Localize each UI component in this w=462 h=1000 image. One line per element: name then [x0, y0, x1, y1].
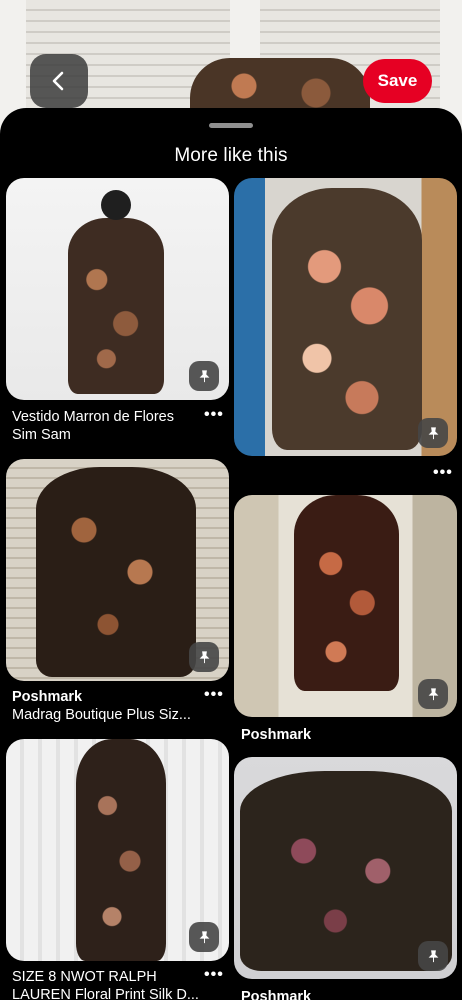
dress-image: [68, 218, 164, 394]
pin-title-line: Vestido Marron de Flores: [12, 409, 174, 425]
pin-source: Poshmark: [12, 689, 83, 705]
dress-image: [76, 739, 166, 961]
dress-image: [36, 467, 196, 677]
pin-card[interactable]: [234, 178, 457, 456]
chevron-left-icon: [52, 71, 64, 91]
pin-save-button[interactable]: [418, 941, 448, 971]
sheet-title: More like this: [174, 145, 288, 166]
pushpin-icon: [428, 426, 438, 439]
pin-title-line: SIZE 8 NWOT RALPH: [12, 969, 157, 985]
back-button[interactable]: [30, 54, 88, 108]
pin-save-button[interactable]: [189, 922, 219, 952]
pin-card[interactable]: [6, 739, 229, 961]
mannequin-neck: [101, 190, 131, 220]
pin-source: Poshmark: [241, 989, 312, 1000]
dress-image: [240, 771, 452, 971]
more-like-this-sheet: More like this Vestido Marron de Flores …: [0, 108, 462, 1000]
more-options-button[interactable]: •••: [204, 686, 224, 704]
pin-title: SIZE 8 NWOT RALPH LAUREN Floral Print Si…: [12, 968, 202, 1000]
pin-save-button[interactable]: [189, 361, 219, 391]
pin-subtitle: Madrag Boutique Plus Siz...: [12, 707, 191, 723]
pushpin-icon: [199, 369, 209, 382]
more-options-button[interactable]: •••: [433, 464, 453, 482]
pin-source: Poshmark: [241, 727, 312, 743]
drag-handle[interactable]: [209, 123, 253, 128]
pin-save-button[interactable]: [189, 642, 219, 672]
pushpin-icon: [428, 687, 438, 700]
pin-card[interactable]: [234, 757, 457, 979]
dress-image: [272, 188, 422, 450]
pin-title: Vestido Marron de Flores Sim Sam: [12, 408, 202, 444]
pushpin-icon: [199, 930, 209, 943]
dress-image: [294, 495, 399, 691]
more-options-button[interactable]: •••: [204, 406, 224, 424]
pin-card[interactable]: [6, 178, 229, 400]
more-options-button[interactable]: •••: [204, 966, 224, 984]
pushpin-icon: [199, 650, 209, 663]
pin-title-line: LAUREN Floral Print Silk D...: [12, 987, 199, 1000]
pin-title-line: Sim Sam: [12, 427, 71, 443]
pin-meta: Poshmark Madrag Boutique Plus Siz...: [12, 688, 202, 724]
pin-save-button[interactable]: [418, 418, 448, 448]
pushpin-icon: [428, 949, 438, 962]
pin-card[interactable]: [6, 459, 229, 681]
pin-save-button[interactable]: [418, 679, 448, 709]
save-button[interactable]: Save: [363, 59, 432, 103]
pin-card[interactable]: [234, 495, 457, 717]
